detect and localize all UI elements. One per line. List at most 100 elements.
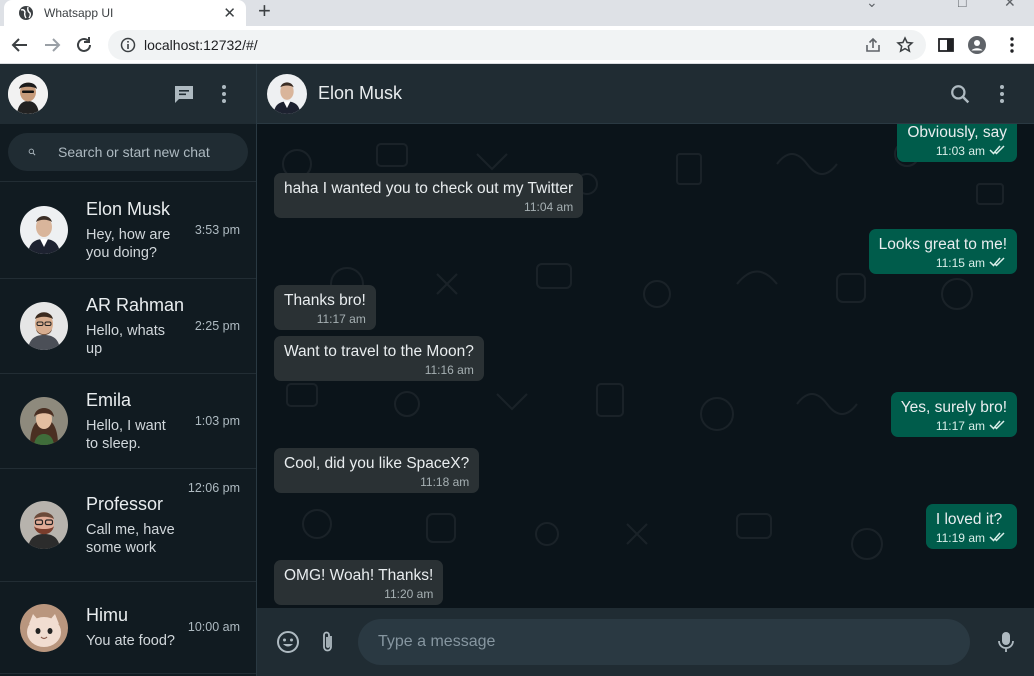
message-text: Obviously, say <box>907 124 1007 141</box>
url-text: localhost:12732/#/ <box>144 37 258 53</box>
message-bubble: Thanks bro! 11:17 am <box>274 285 376 330</box>
message-outgoing[interactable]: I loved it? 11:19 am <box>274 504 1017 549</box>
avatar <box>20 603 68 652</box>
contact-avatar[interactable] <box>267 73 307 114</box>
bookmark-star-icon[interactable] <box>896 36 914 54</box>
message-composer <box>257 608 1034 676</box>
chat-item-professor[interactable]: Professor Call me, have some work 12:06 … <box>0 469 256 582</box>
double-check-icon <box>989 532 1005 542</box>
message-text: I loved it? <box>935 511 1003 528</box>
message-outgoing[interactable]: Obviously, say 11:03 am <box>274 124 1017 162</box>
chat-name: Emila <box>86 389 132 410</box>
message-text: haha I wanted you to check out my Twitte… <box>284 180 574 197</box>
message-time: 11:04 am <box>524 200 574 214</box>
sidebar-menu-icon[interactable] <box>212 82 236 106</box>
browser-tab[interactable]: Whatsapp UI ✕ <box>4 0 246 26</box>
search-box[interactable] <box>8 133 248 171</box>
attach-icon[interactable] <box>316 630 340 654</box>
chat-preview: Hello, whats up <box>86 322 165 357</box>
message-input[interactable] <box>358 619 970 665</box>
chat-item-himu[interactable]: Himu You ate food? 10:00 am <box>0 582 256 674</box>
contact-name[interactable]: Elon Musk <box>318 83 930 104</box>
message-outgoing[interactable]: Looks great to me! 11:15 am <box>274 229 1017 274</box>
globe-icon <box>19 6 33 20</box>
chat-time: 2:25 pm <box>194 319 240 333</box>
chat-time: 12:06 pm <box>187 481 240 495</box>
my-avatar[interactable] <box>8 74 48 114</box>
tab-search-icon[interactable]: ⌄ <box>866 0 878 11</box>
chat-time: 3:53 pm <box>194 223 240 237</box>
message-time: 11:16 am <box>424 363 474 377</box>
whatsapp-app: Elon Musk Hey, how are you doing? 3:53 p… <box>0 64 1034 676</box>
chat-item-elon-musk[interactable]: Elon Musk Hey, how are you doing? 3:53 p… <box>0 182 256 279</box>
microphone-icon[interactable] <box>994 630 1018 654</box>
message-bubble: Yes, surely bro! 11:17 am <box>890 392 1017 437</box>
message-incoming[interactable]: haha I wanted you to check out my Twitte… <box>274 173 1017 218</box>
avatar <box>20 302 68 350</box>
search-area <box>0 124 256 182</box>
message-text: Thanks bro! <box>284 292 366 309</box>
maximize-icon[interactable]: □ <box>958 0 966 10</box>
browser-tabstrip: Whatsapp UI ✕ + ⌄ □ ✕ <box>0 0 1034 26</box>
message-bubble: Obviously, say 11:03 am <box>897 124 1017 162</box>
double-check-icon <box>989 420 1005 430</box>
emoji-icon[interactable] <box>276 630 300 654</box>
message-text: Looks great to me! <box>878 236 1007 253</box>
back-icon[interactable] <box>10 35 30 55</box>
message-time: 11:17 am <box>901 419 1007 433</box>
message-outgoing[interactable]: Yes, surely bro! 11:17 am <box>274 392 1017 437</box>
close-window-icon[interactable]: ✕ <box>1004 0 1016 11</box>
message-time: 11:03 am <box>907 144 1007 158</box>
message-text: Yes, surely bro! <box>900 399 1007 416</box>
message-time: 11:18 am <box>420 475 470 489</box>
chat-list: Elon Musk Hey, how are you doing? 3:53 p… <box>0 182 256 676</box>
side-panel-icon[interactable] <box>936 35 956 55</box>
forward-icon[interactable] <box>42 35 62 55</box>
avatar <box>20 206 68 254</box>
message-incoming[interactable]: OMG! Woah! Thanks! 11:20 am <box>274 560 1017 605</box>
new-chat-icon[interactable] <box>172 82 196 106</box>
sidebar-header <box>0 64 256 124</box>
chat-time: 1:03 pm <box>194 414 240 428</box>
message-bubble: Cool, did you like SpaceX? 11:18 am <box>274 448 480 493</box>
chat-preview: Hey, how are you doing? <box>86 226 171 261</box>
message-time: 11:15 am <box>879 256 1007 270</box>
tab-title: Whatsapp UI <box>44 6 114 20</box>
message-time: 11:19 am <box>936 531 1007 545</box>
search-icon <box>28 148 36 156</box>
message-bubble: Want to travel to the Moon? 11:16 am <box>274 336 484 381</box>
message-bubble: Looks great to me! 11:15 am <box>868 229 1017 274</box>
message-incoming[interactable]: Cool, did you like SpaceX? 11:18 am <box>274 448 1017 493</box>
avatar <box>20 501 68 549</box>
sidebar: Elon Musk Hey, how are you doing? 3:53 p… <box>0 64 257 676</box>
search-input[interactable] <box>58 144 228 160</box>
chat-time: 10:00 am <box>187 620 240 634</box>
chat-preview: Call me, have some work <box>86 521 175 556</box>
new-tab-icon[interactable]: + <box>258 0 271 22</box>
info-icon[interactable] <box>120 37 136 53</box>
browser-menu-icon[interactable] <box>1002 35 1022 55</box>
chat-name: Professor <box>86 493 164 514</box>
chat-preview: Hello, I want to sleep. <box>86 417 166 452</box>
close-tab-icon[interactable]: ✕ <box>223 6 236 21</box>
message-incoming[interactable]: Want to travel to the Moon? 11:16 am <box>274 336 1017 381</box>
conversation-panel: Elon Musk Obviously, say 11:03 am haha I… <box>257 64 1034 676</box>
chat-item-ar-rahman[interactable]: AR Rahman Hello, whats up 2:25 pm <box>0 279 256 374</box>
message-bubble: OMG! Woah! Thanks! 11:20 am <box>274 560 444 605</box>
message-area[interactable]: Obviously, say 11:03 am haha I wanted yo… <box>257 124 1034 608</box>
reload-icon[interactable] <box>74 35 94 55</box>
chat-item-emila[interactable]: Emila Hello, I want to sleep. 1:03 pm <box>0 374 256 469</box>
message-text: Want to travel to the Moon? <box>284 343 474 360</box>
double-check-icon <box>989 145 1005 155</box>
message-time: 11:17 am <box>316 312 366 326</box>
chat-preview: You ate food? <box>86 633 175 649</box>
search-messages-icon[interactable] <box>948 82 972 106</box>
chat-name: AR Rahman <box>86 294 185 315</box>
profile-icon[interactable] <box>967 35 987 55</box>
address-bar[interactable]: localhost:12732/#/ <box>108 30 926 60</box>
message-incoming[interactable]: Thanks bro! 11:17 am <box>274 285 1017 330</box>
conversation-menu-icon[interactable] <box>990 82 1014 106</box>
browser-toolbar: localhost:12732/#/ <box>0 26 1034 64</box>
share-icon[interactable] <box>864 36 882 54</box>
message-text: OMG! Woah! Thanks! <box>284 567 434 584</box>
